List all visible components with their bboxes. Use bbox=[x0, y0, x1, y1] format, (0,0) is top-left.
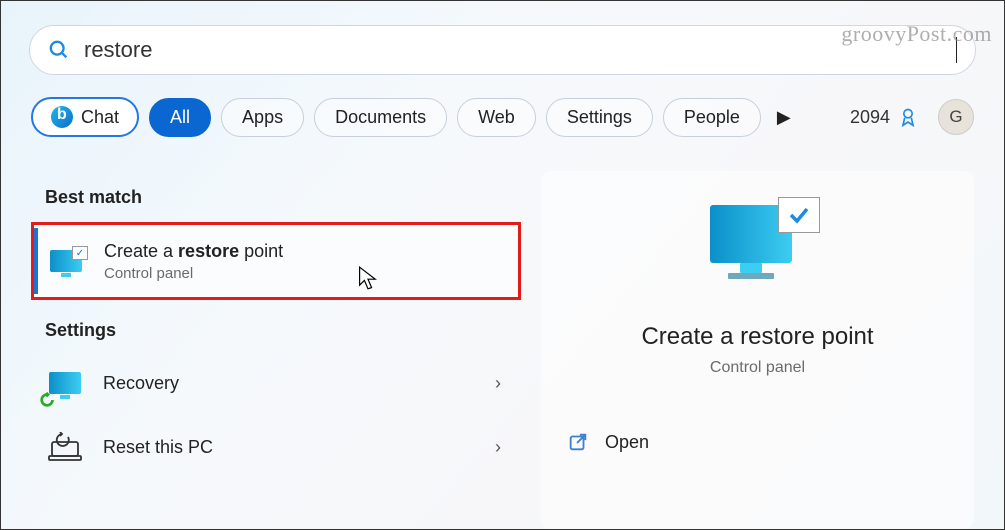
best-match-header: Best match bbox=[31, 171, 521, 218]
detail-monitor-icon bbox=[710, 205, 806, 287]
results-column: Best match ✓ Create a restore point Cont… bbox=[31, 171, 521, 529]
chevron-right-icon: › bbox=[495, 373, 507, 394]
filter-settings[interactable]: Settings bbox=[546, 98, 653, 137]
search-bar[interactable]: restore bbox=[29, 25, 976, 75]
filter-documents[interactable]: Documents bbox=[314, 98, 447, 137]
chevron-right-icon: › bbox=[495, 437, 507, 458]
result-recovery[interactable]: Recovery › bbox=[31, 351, 521, 415]
filter-people[interactable]: People bbox=[663, 98, 761, 137]
avatar[interactable]: G bbox=[938, 99, 974, 135]
result-subtitle: Control panel bbox=[104, 265, 504, 282]
highlighted-result: ✓ Create a restore point Control panel bbox=[31, 222, 521, 300]
filter-web[interactable]: Web bbox=[457, 98, 536, 137]
watermark-text: groovyPost.com bbox=[841, 21, 992, 47]
filter-row: Chat All Apps Documents Web Settings Peo… bbox=[31, 97, 974, 137]
rewards-points[interactable]: 2094 bbox=[850, 107, 918, 128]
bing-icon bbox=[51, 106, 73, 128]
open-label: Open bbox=[605, 432, 649, 453]
result-title: Recovery bbox=[103, 372, 477, 395]
monitor-restore-icon: ✓ bbox=[46, 241, 86, 281]
filter-apps[interactable]: Apps bbox=[221, 98, 304, 137]
result-title: Create a restore point bbox=[104, 240, 504, 263]
search-icon bbox=[48, 39, 70, 61]
reset-pc-icon bbox=[45, 427, 85, 467]
rewards-icon bbox=[898, 107, 918, 127]
open-action[interactable]: Open bbox=[559, 417, 956, 467]
detail-panel: Create a restore point Control panel Ope… bbox=[541, 171, 974, 529]
result-title: Reset this PC bbox=[103, 436, 477, 459]
detail-subtitle: Control panel bbox=[710, 359, 805, 377]
more-filters-arrow-icon[interactable]: ▶ bbox=[771, 103, 797, 132]
result-create-restore-point[interactable]: ✓ Create a restore point Control panel bbox=[34, 228, 518, 294]
chat-button[interactable]: Chat bbox=[31, 97, 139, 137]
recovery-icon bbox=[45, 363, 85, 403]
chat-label: Chat bbox=[81, 107, 119, 128]
filter-all[interactable]: All bbox=[149, 98, 211, 137]
points-value: 2094 bbox=[850, 107, 890, 128]
search-input[interactable]: restore bbox=[84, 37, 950, 63]
detail-title: Create a restore point bbox=[641, 323, 873, 351]
result-reset-pc[interactable]: Reset this PC › bbox=[31, 415, 521, 479]
open-icon bbox=[567, 431, 589, 453]
settings-header: Settings bbox=[31, 304, 521, 351]
